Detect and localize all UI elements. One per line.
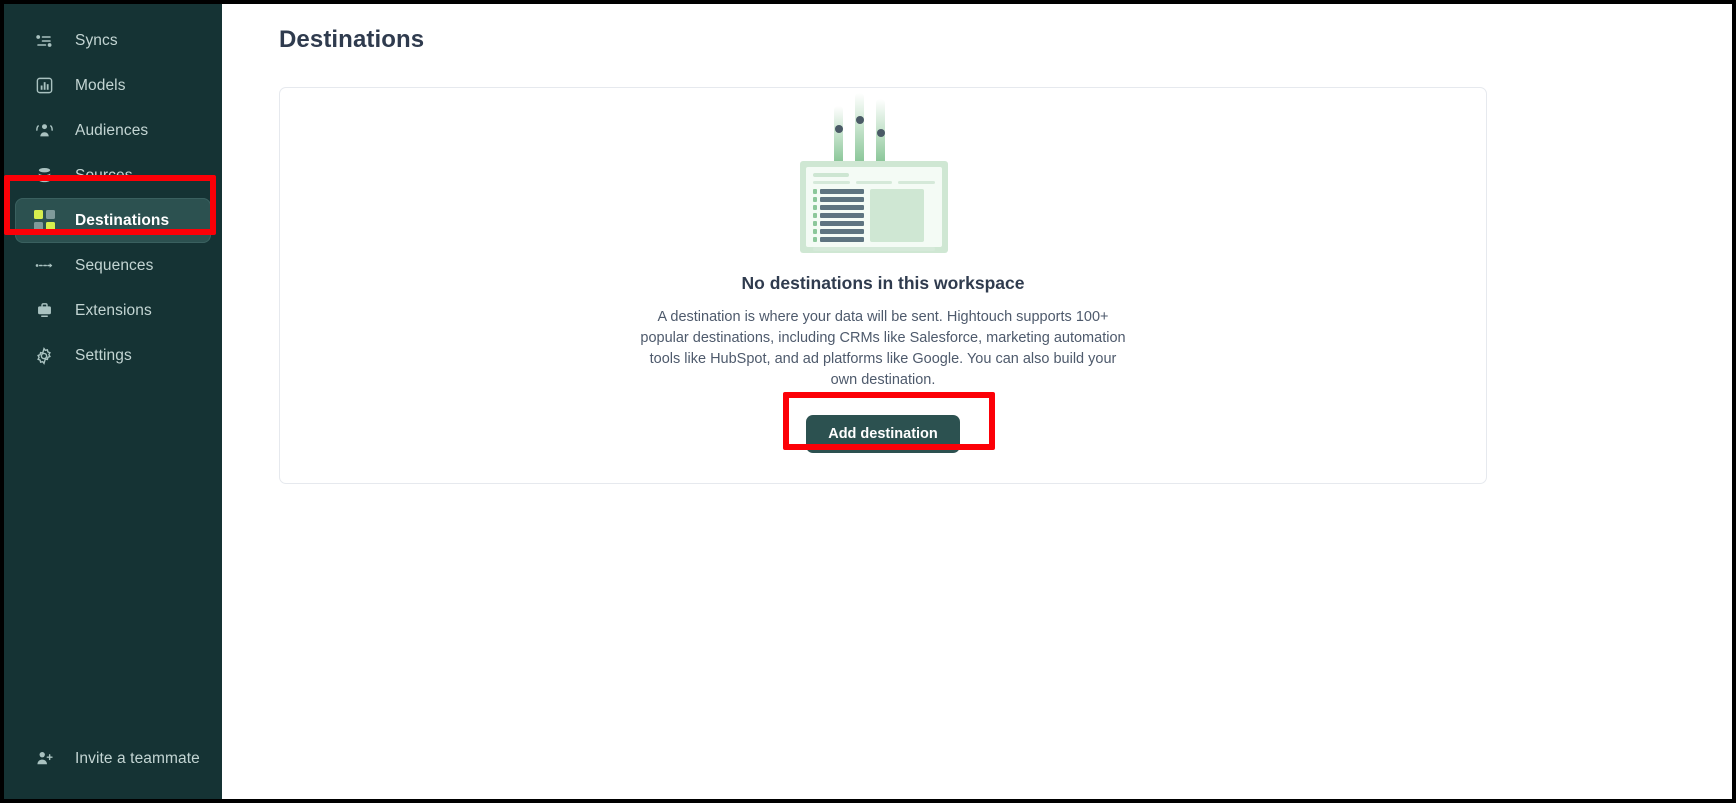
- settings-icon: [33, 345, 55, 367]
- syncs-icon: [33, 30, 55, 52]
- illustration-column-headers: [813, 181, 936, 184]
- app-root: Syncs Models Audiences Sources Destinati…: [0, 0, 1736, 803]
- empty-state-card: No destinations in this workspace A dest…: [279, 87, 1487, 484]
- sidebar-item-label: Sequences: [75, 256, 154, 274]
- sidebar-item-label: Models: [75, 76, 126, 94]
- extensions-icon: [33, 300, 55, 322]
- sidebar-item-extensions[interactable]: Extensions: [15, 288, 211, 333]
- models-icon: [33, 75, 55, 97]
- sidebar-item-syncs[interactable]: Syncs: [15, 18, 211, 63]
- beam-dot-center: [855, 116, 864, 124]
- sidebar-item-label: Extensions: [75, 301, 152, 319]
- sidebar-item-invite-teammate[interactable]: Invite a teammate: [15, 736, 211, 781]
- sidebar-item-label: Audiences: [75, 121, 149, 139]
- illustration-body: [813, 189, 935, 242]
- sidebar-item-sources[interactable]: Sources: [15, 153, 211, 198]
- sidebar-item-label: Destinations: [75, 211, 170, 229]
- audiences-icon: [33, 120, 55, 142]
- sequences-icon: [33, 255, 55, 277]
- sidebar-item-label: Sources: [75, 166, 133, 184]
- sources-icon: [33, 165, 55, 187]
- invite-user-icon: [33, 748, 55, 770]
- sidebar-footer: Invite a teammate: [4, 736, 222, 799]
- sidebar-item-settings[interactable]: Settings: [15, 333, 211, 378]
- destination-window-illustration: [798, 93, 968, 253]
- page-title: Destinations: [279, 26, 425, 53]
- sidebar-item-models[interactable]: Models: [15, 63, 211, 108]
- sidebar-item-label: Settings: [75, 346, 132, 364]
- add-destination-button[interactable]: Add destination: [806, 415, 960, 453]
- illustration-window-inner: [806, 167, 942, 251]
- illustration-footer-bar: [813, 247, 935, 251]
- beam-left: [834, 106, 843, 161]
- illustration-title-bar: [813, 173, 849, 177]
- sidebar-item-label: Invite a teammate: [75, 749, 200, 767]
- empty-state-heading: No destinations in this workspace: [741, 273, 1025, 293]
- empty-state-description: A destination is where your data will be…: [640, 309, 1126, 388]
- sidebar-item-destinations[interactable]: Destinations: [15, 198, 211, 243]
- destinations-icon: [33, 210, 55, 232]
- beam-center: [855, 93, 864, 161]
- sidebar: Syncs Models Audiences Sources Destinati…: [4, 4, 222, 799]
- beam-dot-right: [876, 129, 885, 137]
- illustration-panel: [870, 189, 924, 242]
- sidebar-item-label: Syncs: [75, 31, 118, 49]
- sidebar-item-sequences[interactable]: Sequences: [15, 243, 211, 288]
- illustration-window: [800, 161, 948, 253]
- sidebar-item-audiences[interactable]: Audiences: [15, 108, 211, 153]
- illustration-list: [813, 189, 864, 242]
- sidebar-nav: Syncs Models Audiences Sources Destinati…: [4, 4, 222, 378]
- main-content: Destinations No destinations in this wor…: [222, 4, 1732, 799]
- beam-dot-left: [834, 125, 843, 133]
